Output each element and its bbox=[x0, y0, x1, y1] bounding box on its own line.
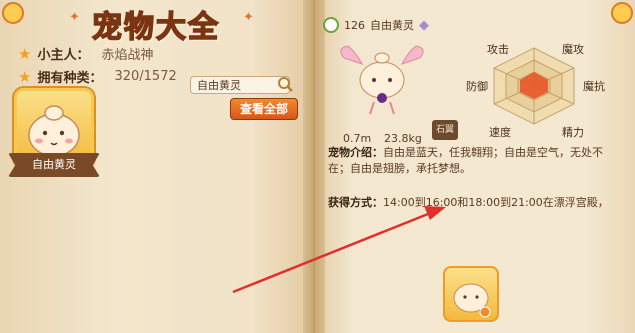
pet-encyclopedia-book: 宠物大全 ✦ ✦ ★ 小主人： 赤焰战神 ★ 拥有种类： 320/1572 自由… bbox=[0, 0, 635, 333]
red-arrow-annotation bbox=[232, 206, 446, 294]
